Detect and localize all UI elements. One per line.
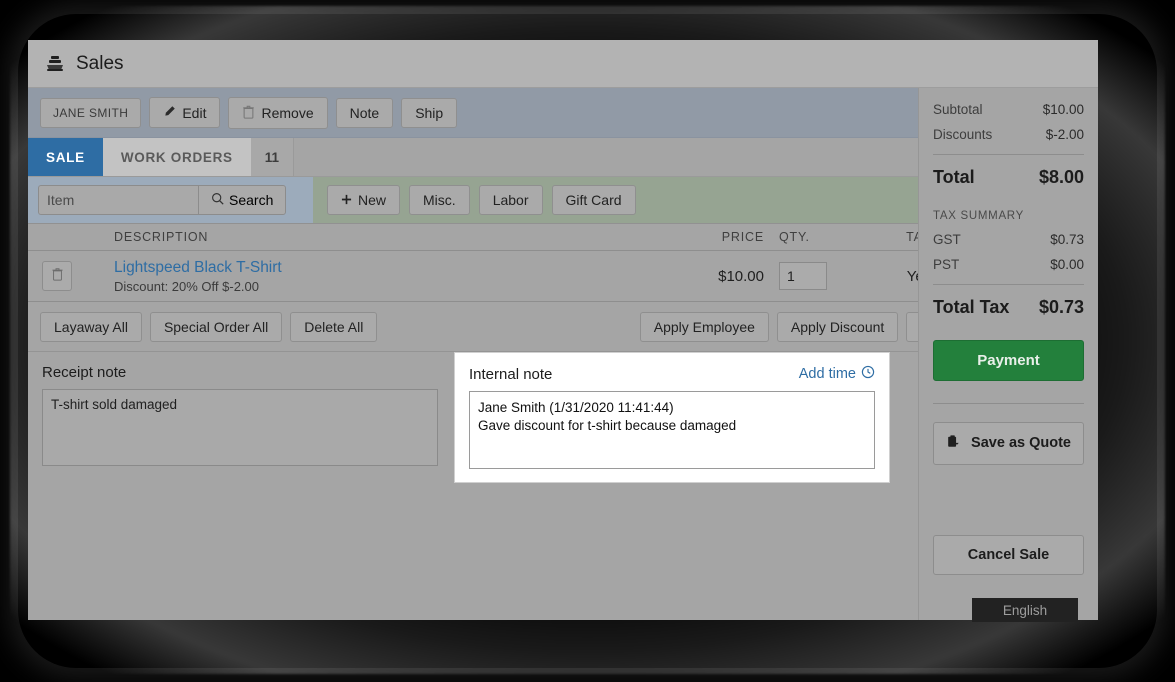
header-price: PRICE bbox=[721, 230, 764, 244]
search-input[interactable] bbox=[38, 185, 198, 215]
divider bbox=[933, 403, 1084, 404]
gst-value: $0.73 bbox=[1050, 232, 1084, 247]
trash-icon bbox=[51, 267, 64, 285]
totals-sidebar: Subtotal $10.00 Discounts $-2.00 Total $… bbox=[918, 88, 1098, 620]
save-as-quote-button[interactable]: Save as Quote bbox=[933, 422, 1084, 465]
divider bbox=[933, 154, 1084, 155]
layaway-all-button[interactable]: Layaway All bbox=[40, 311, 142, 342]
total-value: $8.00 bbox=[1038, 167, 1084, 187]
total-tax-value: $0.73 bbox=[1038, 297, 1084, 317]
labor-button[interactable]: Labor bbox=[478, 185, 543, 215]
quantity-input[interactable] bbox=[779, 262, 827, 290]
misc-button[interactable]: Misc. bbox=[409, 185, 470, 215]
tab-sale[interactable]: SALE bbox=[28, 138, 103, 176]
receipt-note-input[interactable] bbox=[42, 389, 438, 466]
total-tax-row: Total Tax $0.73 bbox=[933, 297, 1084, 318]
divider bbox=[933, 284, 1084, 285]
ship-button[interactable]: Ship bbox=[401, 97, 458, 128]
clock-icon bbox=[861, 365, 875, 383]
page-title: Sales bbox=[76, 52, 124, 74]
discounts-label: Discounts bbox=[933, 127, 993, 142]
tax-row-gst: GST $0.73 bbox=[933, 232, 1084, 247]
receipt-note-label: Receipt note bbox=[42, 364, 127, 381]
discounts-row: Discounts $-2.00 bbox=[933, 127, 1084, 142]
plus-icon bbox=[341, 193, 352, 207]
bulk-actions-left: Layaway All Special Order All Delete All bbox=[40, 311, 378, 342]
magnifier-icon bbox=[211, 192, 224, 208]
new-item-button-label: New bbox=[358, 192, 387, 208]
header-qty: QTY. bbox=[779, 230, 810, 244]
receipt-note-pane: Receipt note bbox=[28, 352, 452, 483]
customer-button[interactable]: JANE SMITH bbox=[40, 97, 142, 128]
row-delete-cell bbox=[28, 261, 78, 291]
sales-window: Sales JANE SMITH Edit Remove Note Ship S… bbox=[28, 40, 1098, 620]
remove-button[interactable]: Remove bbox=[228, 96, 328, 129]
total-tax-label: Total Tax bbox=[933, 297, 1010, 317]
search-button-label: Search bbox=[229, 192, 274, 208]
special-order-all-button[interactable]: Special Order All bbox=[149, 311, 283, 342]
row-qty-cell bbox=[764, 262, 864, 290]
trash-icon bbox=[242, 105, 255, 121]
gift-card-button[interactable]: Gift Card bbox=[551, 185, 636, 215]
remove-button-label: Remove bbox=[261, 104, 314, 121]
total-row: Total $8.00 bbox=[933, 167, 1084, 188]
internal-note-label: Internal note bbox=[469, 365, 553, 383]
search-button[interactable]: Search bbox=[198, 185, 287, 215]
subtotal-label: Subtotal bbox=[933, 102, 983, 117]
delete-line-item-button[interactable] bbox=[42, 261, 72, 291]
subtotal-value: $10.00 bbox=[1042, 102, 1084, 117]
internal-note-header: Internal note Add time bbox=[469, 365, 875, 383]
note-button[interactable]: Note bbox=[335, 97, 394, 128]
line-item-name[interactable]: Lightspeed Black T-Shirt bbox=[114, 259, 674, 277]
apply-discount-button[interactable]: Apply Discount bbox=[776, 311, 899, 342]
save-as-quote-label: Save as Quote bbox=[971, 435, 1071, 451]
pencil-icon bbox=[163, 105, 176, 120]
tab-work-orders[interactable]: WORK ORDERS bbox=[102, 138, 251, 176]
search-zone: Search bbox=[28, 177, 313, 223]
tax-row-pst: PST $0.00 bbox=[933, 257, 1084, 272]
edit-button-label: Edit bbox=[182, 104, 207, 121]
subtotal-row: Subtotal $10.00 bbox=[933, 102, 1084, 117]
add-time-link[interactable]: Add time bbox=[799, 365, 875, 383]
row-description-cell: Lightspeed Black T-Shirt Discount: 20% O… bbox=[78, 259, 674, 294]
delete-all-button[interactable]: Delete All bbox=[290, 311, 378, 342]
edit-button[interactable]: Edit bbox=[149, 97, 221, 128]
cash-register-icon bbox=[44, 53, 66, 75]
discounts-value: $-2.00 bbox=[1045, 127, 1084, 142]
screen: Sales JANE SMITH Edit Remove Note Ship S… bbox=[0, 0, 1175, 682]
pst-value: $0.00 bbox=[1050, 257, 1084, 272]
new-item-button[interactable]: New bbox=[327, 185, 401, 215]
line-item-price: $10.00 bbox=[718, 267, 764, 285]
clipboard-icon bbox=[946, 434, 960, 453]
title-bar: Sales bbox=[28, 40, 1098, 88]
total-label: Total bbox=[933, 167, 975, 187]
cancel-sale-button[interactable]: Cancel Sale bbox=[933, 535, 1084, 575]
line-item-discount: Discount: 20% Off $-2.00 bbox=[114, 278, 260, 294]
add-time-label: Add time bbox=[798, 366, 856, 382]
work-orders-count-badge: 11 bbox=[250, 138, 295, 176]
payment-button[interactable]: Payment bbox=[933, 340, 1084, 381]
internal-note-pane: Internal note Add time bbox=[454, 352, 890, 483]
gst-label: GST bbox=[933, 232, 961, 247]
language-tooltip: English bbox=[972, 598, 1078, 622]
apply-employee-button[interactable]: Apply Employee bbox=[639, 311, 769, 342]
tax-summary-label: TAX SUMMARY bbox=[933, 210, 1024, 222]
header-description: DESCRIPTION bbox=[114, 230, 209, 244]
internal-note-input[interactable] bbox=[469, 391, 875, 469]
pst-label: PST bbox=[933, 257, 960, 272]
